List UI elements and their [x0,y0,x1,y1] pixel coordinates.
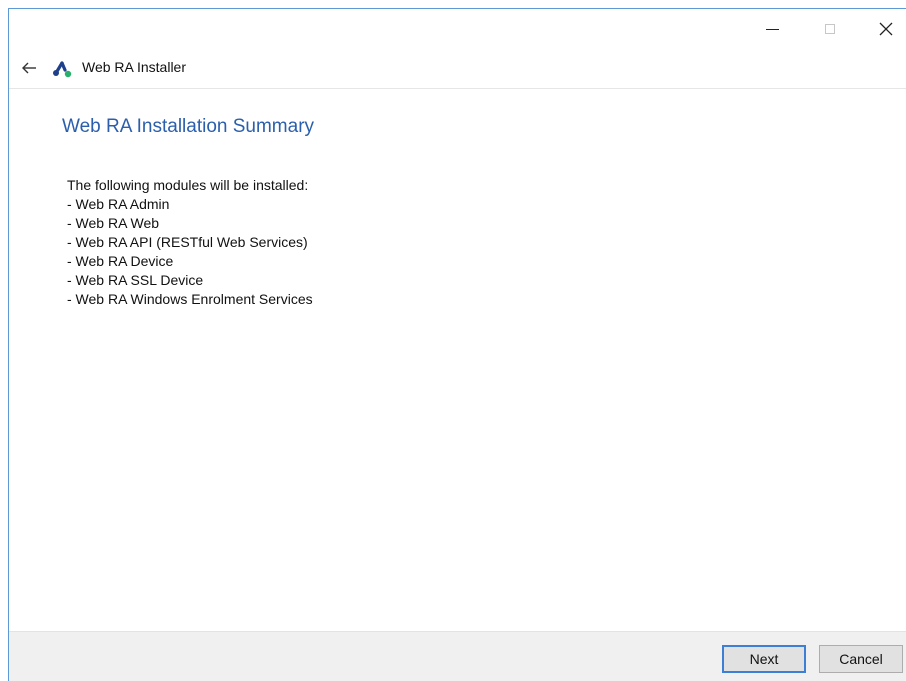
maximize-icon [825,24,835,34]
minimize-button[interactable] [752,14,792,44]
module-list-item: - Web RA Admin [67,196,170,212]
summary-intro: The following modules will be installed: [67,177,309,193]
footer-bar: Next Cancel [9,631,906,681]
module-list-item: - Web RA Windows Enrolment Services [67,291,313,307]
app-title: Web RA Installer [82,59,187,75]
close-icon [879,22,893,36]
back-arrow-icon[interactable] [20,59,38,77]
minimize-icon [765,28,779,30]
module-list-item: - Web RA SSL Device [67,272,204,288]
cancel-button[interactable]: Cancel [819,645,903,673]
maximize-button[interactable] [810,14,850,44]
next-button[interactable]: Next [722,645,806,673]
header-divider [9,88,906,89]
module-list-item: - Web RA API (RESTful Web Services) [67,234,308,250]
window-left-border [8,8,9,681]
web-ra-logo-icon [53,61,72,78]
module-list-item: - Web RA Web [67,215,160,231]
module-list-item: - Web RA Device [67,253,174,269]
window-top-border [8,8,906,9]
installation-summary: The following modules will be installed:… [67,176,313,309]
app-header: Web RA Installer [9,48,906,88]
page-title: Web RA Installation Summary [62,116,315,137]
close-button[interactable] [866,14,906,44]
installer-window: Web RA Installer Web RA Installation Sum… [0,0,906,681]
